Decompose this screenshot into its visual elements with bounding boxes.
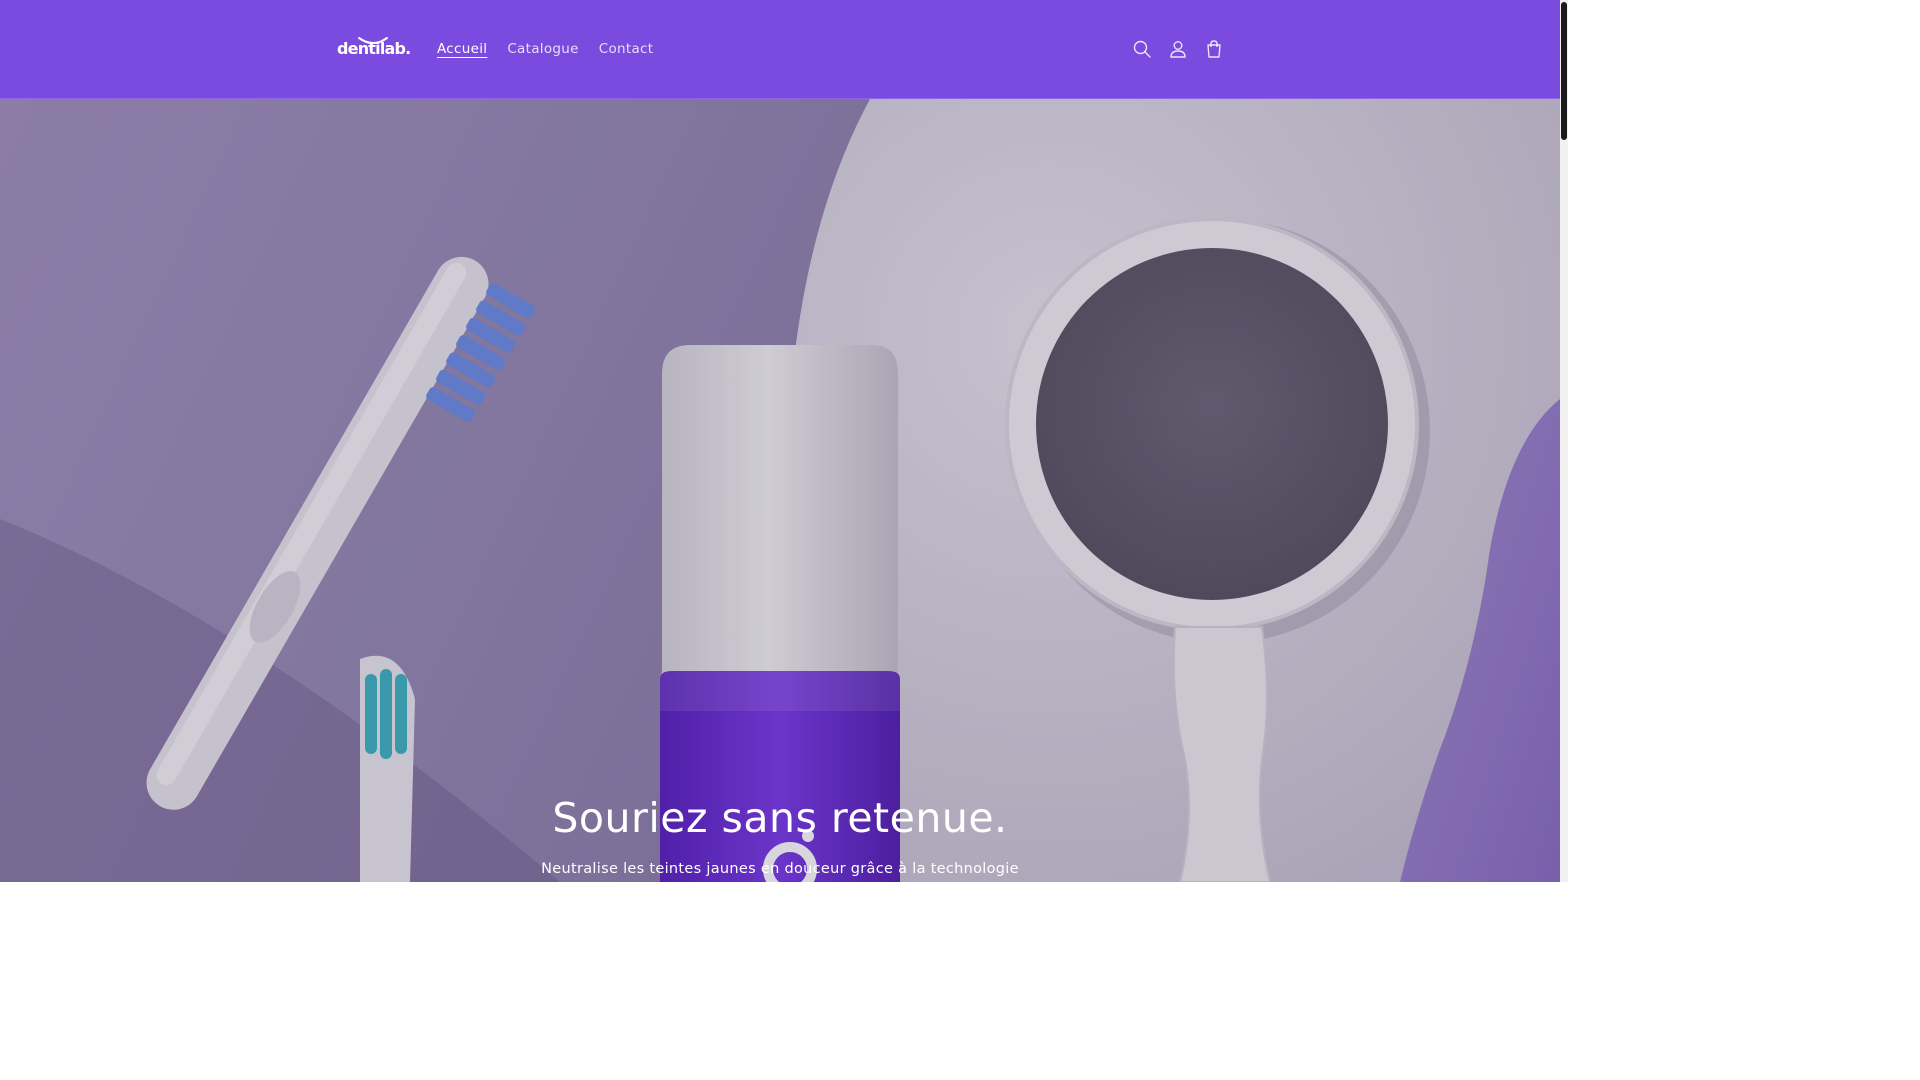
- main-nav: Accueil Catalogue Contact: [427, 37, 663, 61]
- page-scrollbar[interactable]: [1560, 0, 1568, 882]
- nav-link-catalogue[interactable]: Catalogue: [497, 37, 588, 61]
- hero-subtitle: Neutralise les teintes jaunes en douceur…: [541, 861, 1019, 877]
- hero-banner: Souriez sans retenue. Neutralise les tei…: [0, 99, 1560, 882]
- account-button[interactable]: [1160, 31, 1196, 67]
- hero-overlay: [0, 99, 1560, 882]
- hero-title: Souriez sans retenue.: [552, 794, 1008, 842]
- nav-link-contact[interactable]: Contact: [589, 37, 664, 61]
- search-icon: [1133, 40, 1151, 58]
- brand-logo[interactable]: dentilab.: [337, 36, 411, 62]
- site-header: dentilab. Accueil Catalogue Contact: [0, 0, 1560, 99]
- page: dentilab. Accueil Catalogue Contact Sour…: [0, 0, 1568, 882]
- cart-button[interactable]: [1196, 31, 1232, 67]
- header-icons: [1124, 31, 1232, 67]
- search-button[interactable]: [1124, 31, 1160, 67]
- nav-link-accueil[interactable]: Accueil: [427, 37, 497, 61]
- logo-text: dentilab.: [337, 39, 411, 58]
- scrollbar-thumb[interactable]: [1561, 2, 1567, 140]
- account-icon: [1170, 41, 1186, 58]
- cart-icon: [1207, 40, 1221, 58]
